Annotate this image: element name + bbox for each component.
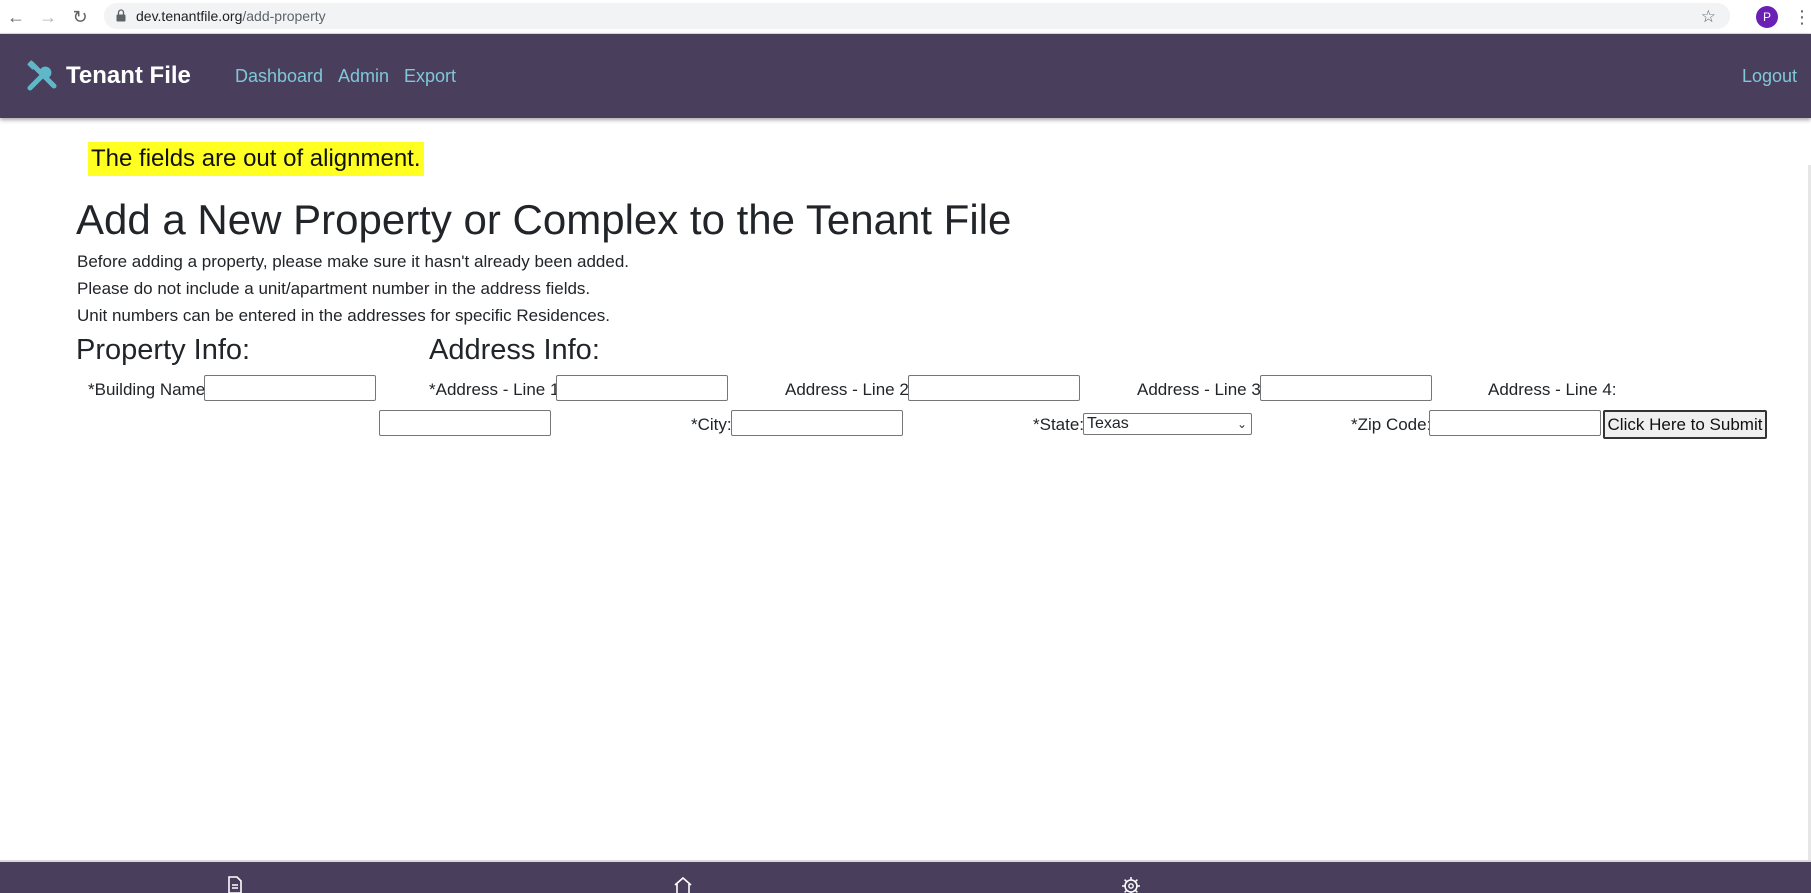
browser-toolbar: ← → ↻ dev.tenantfile.org/add-property ☆ …	[0, 0, 1811, 34]
property-info-heading: Property Info:	[76, 334, 251, 366]
lock-icon	[116, 9, 126, 22]
nav-link-export[interactable]: Export	[404, 66, 456, 87]
nav-link-dashboard[interactable]: Dashboard	[235, 66, 323, 87]
address-info-heading: Address Info:	[429, 334, 600, 366]
gear-icon[interactable]	[1121, 876, 1141, 893]
document-icon[interactable]	[225, 876, 245, 893]
city-input[interactable]	[731, 410, 903, 436]
zip-code-input[interactable]	[1429, 410, 1601, 436]
zip-code-label: *Zip Code:	[1351, 415, 1432, 434]
forward-arrow-icon[interactable]: →	[38, 7, 58, 27]
address-line-2-input[interactable]	[908, 375, 1080, 401]
logout-link[interactable]: Logout	[1742, 66, 1797, 87]
alignment-note: The fields are out of alignment.	[88, 142, 424, 176]
tools-icon	[27, 60, 57, 91]
back-arrow-icon[interactable]: ←	[6, 7, 26, 27]
brand-name: Tenant File	[66, 62, 191, 89]
menu-kebab-icon[interactable]: ⋮	[1793, 7, 1811, 27]
address-line-3-label: Address - Line 3:	[1137, 380, 1266, 399]
bottom-divider	[0, 860, 1811, 862]
address-line-2-label: Address - Line 2:	[785, 380, 914, 399]
submit-button[interactable]: Click Here to Submit	[1603, 410, 1767, 439]
brand[interactable]: Tenant File	[26, 58, 191, 94]
profile-avatar[interactable]: P	[1756, 6, 1778, 28]
state-selected-value: Texas	[1087, 415, 1129, 432]
reload-icon[interactable]: ↻	[70, 7, 90, 27]
address-line-4-input[interactable]	[379, 410, 551, 436]
url-path: /add-property	[242, 8, 326, 24]
bottom-bar	[0, 860, 1811, 893]
bookmark-star-icon[interactable]: ☆	[1701, 7, 1716, 27]
building-name-label: *Building Name:	[88, 380, 210, 399]
url-text: dev.tenantfile.org/add-property	[136, 8, 326, 24]
address-line-3-input[interactable]	[1260, 375, 1432, 401]
building-name-input[interactable]	[204, 375, 376, 401]
home-icon[interactable]	[673, 876, 693, 893]
address-bar[interactable]: dev.tenantfile.org/add-property ☆	[104, 3, 1730, 29]
app-navbar: Tenant File Dashboard Admin Export Logou…	[0, 34, 1811, 118]
description-line-3: Unit numbers can be entered in the addre…	[77, 306, 610, 325]
nav-link-admin[interactable]: Admin	[338, 66, 389, 87]
url-host: dev.tenantfile.org	[136, 8, 243, 24]
state-select[interactable]: Texas ⌄	[1083, 413, 1252, 435]
description-line-1: Before adding a property, please make su…	[77, 252, 630, 271]
page-title: Add a New Property or Complex to the Ten…	[76, 196, 1012, 243]
address-line-4-label: Address - Line 4:	[1488, 380, 1617, 399]
state-label: *State:	[1033, 415, 1085, 434]
address-line-1-label: *Address - Line 1:	[429, 380, 565, 399]
city-label: *City:	[691, 415, 732, 434]
chevron-down-icon: ⌄	[1236, 417, 1247, 431]
description-line-2: Please do not include a unit/apartment n…	[77, 279, 591, 298]
address-line-1-input[interactable]	[556, 375, 728, 401]
